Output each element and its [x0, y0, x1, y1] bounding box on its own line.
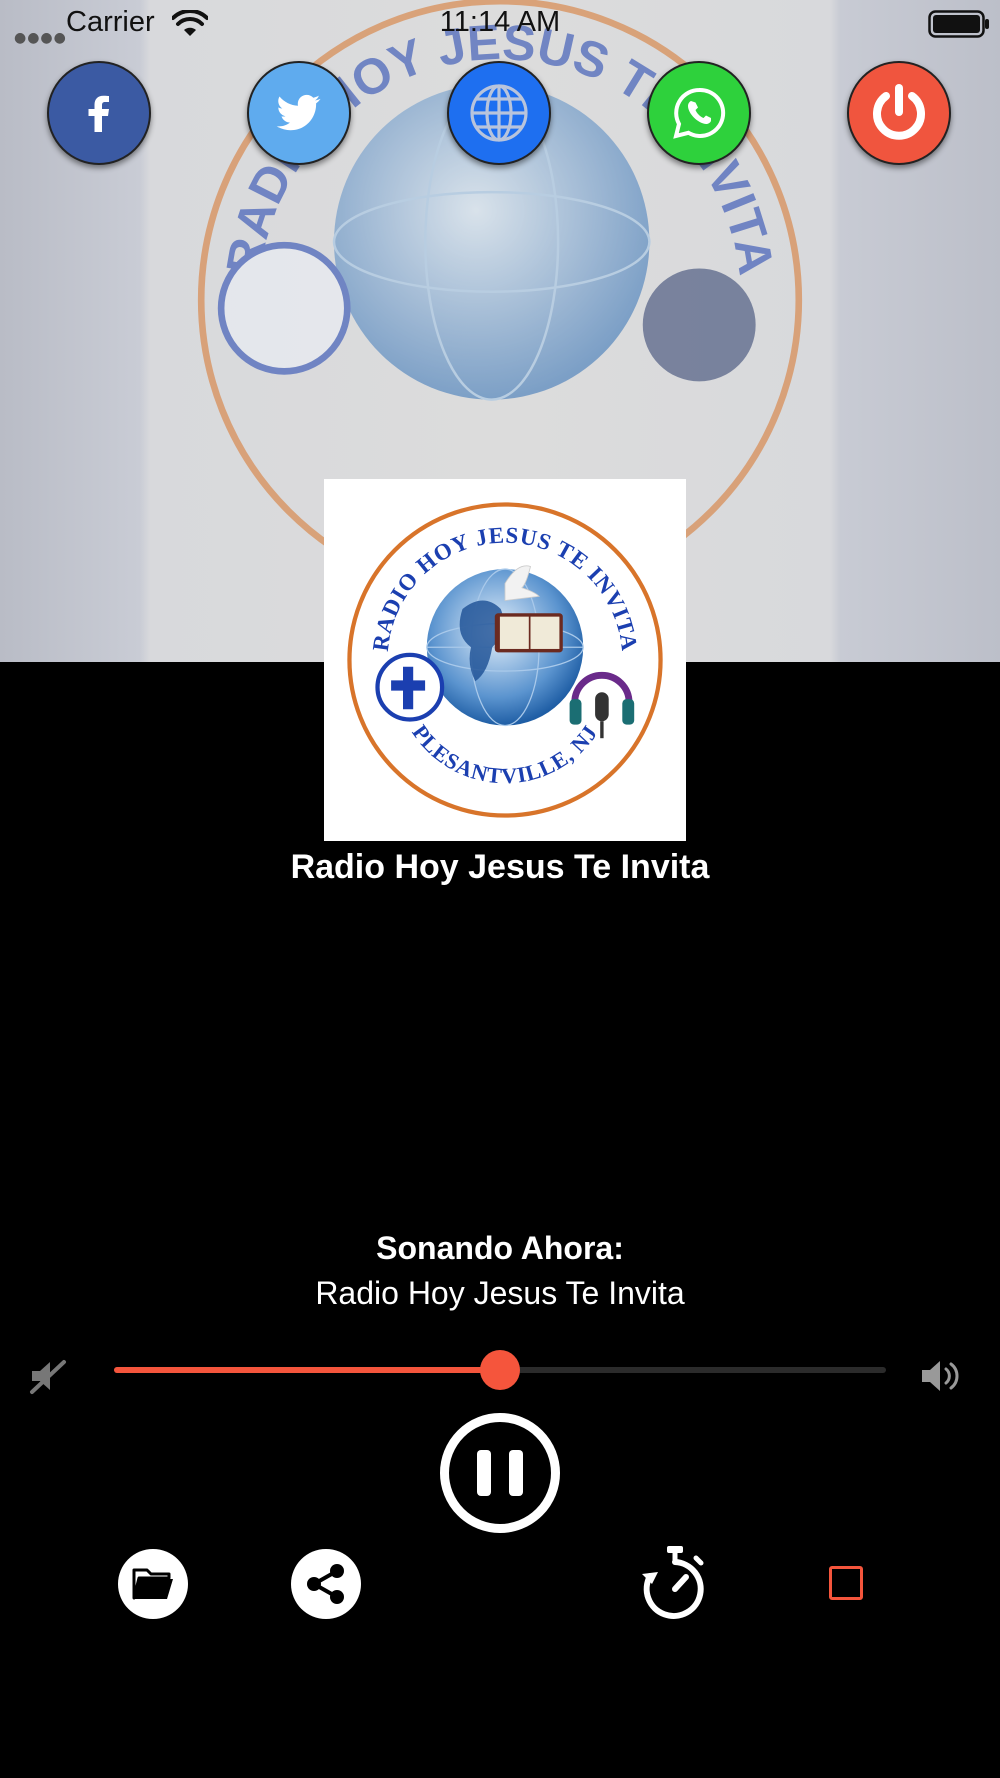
station-title: Radio Hoy Jesus Te Invita	[290, 848, 710, 886]
now-playing-track: Radio Hoy Jesus Te Invita	[315, 1275, 685, 1311]
battery-icon	[928, 10, 989, 38]
volume-slider-thumb[interactable]	[480, 1350, 520, 1390]
power-icon	[873, 84, 925, 140]
volume-mute-icon[interactable]	[28, 1356, 68, 1396]
power-button[interactable]	[847, 61, 951, 165]
volume-up-icon[interactable]	[920, 1356, 962, 1396]
status-time: 11:14 AM	[439, 6, 561, 38]
facebook-icon	[88, 95, 109, 132]
status-bar: ●●●● Carrier 11:14 AM	[0, 0, 1000, 46]
facebook-button[interactable]	[47, 61, 151, 165]
twitter-button[interactable]	[247, 61, 351, 165]
share-icon	[307, 1564, 344, 1604]
share-button[interactable]	[291, 1549, 361, 1619]
twitter-bird-icon	[276, 94, 321, 131]
volume-slider-fill	[114, 1367, 500, 1373]
station-logo: RADIO HOY JESUS TE INVITA PLESANTVILLE, …	[347, 502, 663, 818]
now-playing-label: Sonando Ahora:	[376, 1230, 624, 1266]
station-artwork: RADIO HOY JESUS TE INVITA PLESANTVILLE, …	[324, 479, 686, 841]
folder-button[interactable]	[118, 1549, 188, 1619]
website-button[interactable]	[447, 61, 551, 165]
stop-button[interactable]	[829, 1566, 863, 1600]
whatsapp-button[interactable]	[647, 61, 751, 165]
pause-icon-bar-left	[477, 1450, 491, 1496]
sleep-timer-icon[interactable]	[638, 1544, 712, 1622]
pause-icon-bar-right	[509, 1450, 523, 1496]
folder-icon	[132, 1568, 173, 1600]
globe-icon	[470, 84, 528, 142]
volume-slider[interactable]	[114, 1350, 886, 1390]
whatsapp-icon	[673, 87, 726, 139]
play-pause-button[interactable]	[440, 1413, 560, 1533]
